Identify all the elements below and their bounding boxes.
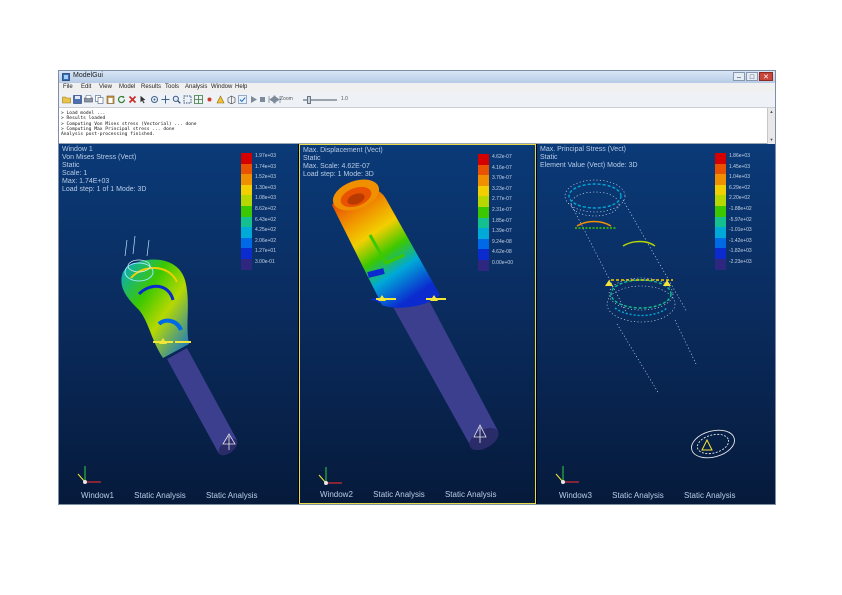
menu-bar: File Edit View Model Results Tools Analy… xyxy=(59,83,775,92)
analysis-label: Static Analysis xyxy=(205,491,258,500)
menu-window[interactable]: Window xyxy=(211,84,232,90)
analysis-label: Static Analysis xyxy=(612,491,664,500)
stop-icon[interactable] xyxy=(258,95,267,104)
viewport-3[interactable]: Max. Principal Stress (Vect) Static Elem… xyxy=(537,144,775,504)
fe-model-vectors[interactable] xyxy=(537,144,775,504)
output-console[interactable]: > Load model ... > Results loaded > Comp… xyxy=(59,108,767,144)
speed-value: 1.0 xyxy=(341,96,348,102)
menu-model[interactable]: Model xyxy=(119,84,135,90)
check-icon[interactable] xyxy=(238,95,247,104)
close-button[interactable]: ✕ xyxy=(759,72,773,81)
axis-triad-icon xyxy=(555,466,579,484)
window-label: Window1 xyxy=(81,491,114,500)
viewport-2[interactable]: Max. Displacement (Vect) Static Max. Sca… xyxy=(299,144,536,504)
analysis-label: Static Analysis xyxy=(134,491,186,500)
speed-slider[interactable] xyxy=(303,96,337,104)
viewport-1[interactable]: Window 1 Von Mises Stress (Vect) Static … xyxy=(59,144,298,504)
toolbar: Zoom 1.0 xyxy=(59,93,775,108)
fe-model-displacement[interactable] xyxy=(300,145,536,504)
delete-icon[interactable] xyxy=(128,95,137,104)
console-line: Analysis post-processing finished. xyxy=(61,132,156,138)
print-icon[interactable] xyxy=(84,95,93,104)
window-label: Window2 xyxy=(320,490,353,499)
minimize-button[interactable]: – xyxy=(733,72,745,81)
maximize-button[interactable]: □ xyxy=(746,72,758,81)
menu-help[interactable]: Help xyxy=(235,84,247,90)
viewport-2-footer: Window2 Static Analysis Static Analysis xyxy=(320,490,497,499)
select-icon[interactable] xyxy=(139,95,148,104)
viewport-area: Window 1 Von Mises Stress (Vect) Static … xyxy=(59,144,775,504)
save-icon[interactable] xyxy=(73,95,82,104)
zoom-label: Zoom xyxy=(280,96,293,102)
pan-icon[interactable] xyxy=(161,95,170,104)
mesh-icon[interactable] xyxy=(194,95,203,104)
window-label: Window3 xyxy=(559,491,592,500)
menu-edit[interactable]: Edit xyxy=(81,84,91,90)
copy-icon[interactable] xyxy=(95,95,104,104)
analysis-label: Static Analysis xyxy=(444,490,497,499)
scroll-down-icon[interactable]: ▼ xyxy=(769,137,774,142)
refresh-icon[interactable] xyxy=(117,95,126,104)
speed-slider-thumb[interactable] xyxy=(307,96,311,104)
rotate-icon[interactable] xyxy=(150,95,159,104)
viewport-3-footer: Window3 Static Analysis Static Analysis xyxy=(559,491,736,500)
window-title: ModelGui xyxy=(73,72,103,79)
node-icon[interactable] xyxy=(205,95,214,104)
application-window: ModelGui – □ ✕ File Edit View Model Resu… xyxy=(58,70,776,505)
app-icon xyxy=(62,73,70,81)
fe-model-stress[interactable] xyxy=(59,144,298,504)
axis-triad-icon xyxy=(318,467,342,485)
console-scrollbar[interactable]: ▲ ▼ xyxy=(767,108,775,144)
fit-icon[interactable] xyxy=(183,95,192,104)
paste-icon[interactable] xyxy=(106,95,115,104)
element-icon[interactable] xyxy=(216,95,225,104)
menu-file[interactable]: File xyxy=(63,84,73,90)
menu-analysis[interactable]: Analysis xyxy=(185,84,207,90)
title-bar[interactable]: ModelGui – □ ✕ xyxy=(59,71,775,83)
folder-open-icon[interactable] xyxy=(62,95,71,104)
menu-tools[interactable]: Tools xyxy=(165,84,179,90)
zoom-icon[interactable] xyxy=(172,95,181,104)
viewport-1-footer: Window1 Static Analysis Static Analysis xyxy=(81,491,258,500)
menu-results[interactable]: Results xyxy=(141,84,161,90)
menu-view[interactable]: View xyxy=(99,84,112,90)
play-icon[interactable] xyxy=(249,95,258,104)
analysis-label: Static Analysis xyxy=(373,490,425,499)
scroll-up-icon[interactable]: ▲ xyxy=(769,109,774,114)
analysis-label: Static Analysis xyxy=(683,491,736,500)
wireframe-icon[interactable] xyxy=(227,95,236,104)
axis-triad-icon xyxy=(77,466,101,484)
